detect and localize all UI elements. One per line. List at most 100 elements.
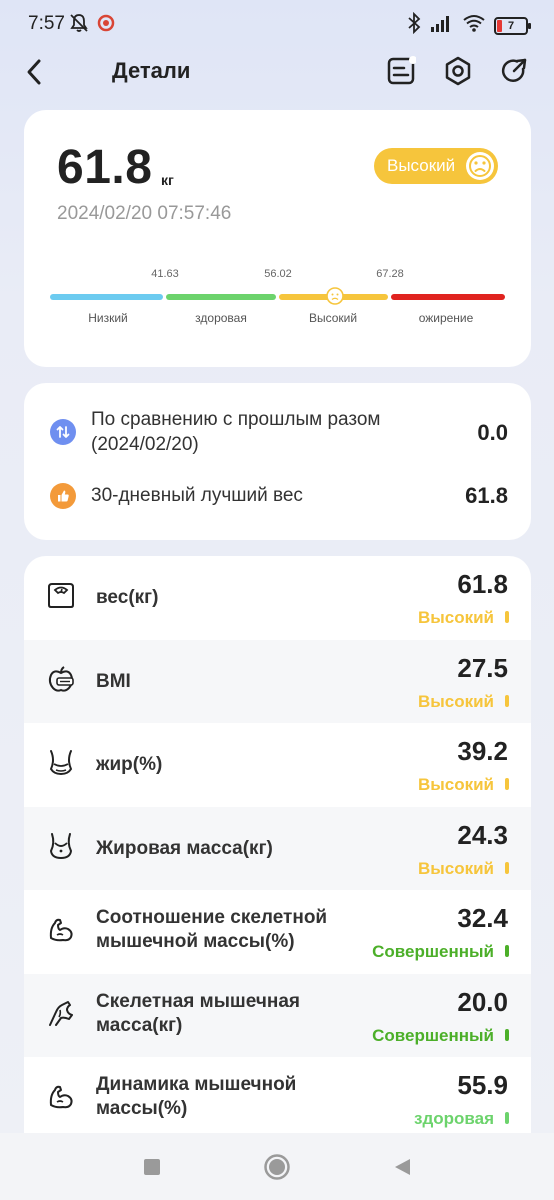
bicep-icon [46,1081,76,1111]
metric-value: 20.0 [457,986,508,1017]
recents-button[interactable] [138,1153,166,1181]
compare-row-best: 30-дневный лучший вес 61.8 [24,479,531,515]
range-segment-healthy [166,294,276,300]
weight-status-badge[interactable]: Высокий [374,148,498,184]
metric-label: Скелетная мышечная [96,990,301,1012]
status-badge-label: Высокий [387,156,456,175]
header: Детали [0,48,554,96]
metric-status-indicator [505,694,509,707]
metric-value: 55.9 [457,1070,508,1100]
settings-hexagon-icon [445,56,471,86]
metric-status: Высокий [417,775,494,794]
metric-status-indicator [505,861,509,874]
compare-row-previous: По сравнению с прошлым разом (2024/02/20… [24,405,531,461]
metric-row[interactable]: Жировая масса(кг) 24.3 Высокий [24,806,531,890]
measurement-datetime: 2024/02/20 07:57:46 [57,203,232,224]
wifi-icon [462,13,486,38]
metric-row[interactable]: вес(кг) 61.8 Высокий [24,556,531,639]
sad-face-icon [466,152,494,180]
metric-label-line2: масса(кг) [96,1014,183,1036]
share-button[interactable] [497,54,531,88]
metric-status-indicator [505,1028,509,1041]
share-arrow-icon [501,58,527,82]
status-icons-left [68,12,116,39]
weight-value: 61.8 [57,141,153,194]
metric-row[interactable]: BMI 27.5 Высокий [24,639,531,723]
triangle-back-icon [395,1159,410,1175]
metric-status-indicator [505,778,509,790]
bicep-icon [46,914,76,944]
back-arrow-icon [27,59,41,85]
muted-bell-icon [68,12,90,39]
metric-label: Соотношение скелетной [96,907,328,928]
metric-status-indicator [505,611,509,623]
metric-label: Динамика мышечной [96,1074,297,1095]
range-label-obese: ожирение [418,311,474,325]
system-nav-bar [0,1133,554,1200]
range-segment-low [50,294,163,300]
page-title: Детали [112,58,191,83]
status-time: 7:57 [28,13,65,34]
metric-status: Высокий [417,858,494,878]
scale-icon [46,580,76,610]
square-icon [144,1159,160,1175]
report-icon [387,56,416,85]
settings-button[interactable] [441,54,475,88]
record-icon [96,13,116,38]
metric-row[interactable]: Динамика мышечной массы(%) 55.9 здоровая [24,1057,531,1140]
metric-row[interactable]: жир(%) 39.2 Высокий [24,723,531,806]
best-weight-value: 61.8 [465,483,508,508]
compare-previous-date: (2024/02/20) [91,434,199,455]
arm-icon [46,998,76,1028]
waist-icon [46,747,76,777]
metric-row[interactable]: Скелетная мышечная масса(кг) 20.0 Совершенн… [24,973,531,1057]
belly-icon [46,831,76,861]
metric-status-indicator [505,945,509,957]
metric-label-line2: массы(%) [96,1098,188,1119]
metric-label: Жировая масса(кг) [96,837,273,859]
range-marker-sad-icon [326,287,344,305]
weight-summary-card: 61.8 кг 2024/02/20 07:57:46 Высокий 41.6… [24,110,531,367]
range-label-low: Низкий [88,311,128,325]
back-button[interactable] [18,54,50,90]
thumbs-up-icon [50,483,76,509]
back-nav-button[interactable] [388,1153,416,1181]
metric-label: жир(%) [96,754,163,775]
arrows-updown-icon [50,419,76,445]
metric-status: Совершенный [372,942,494,961]
metric-label-line2: мышечной массы(%) [96,931,295,952]
battery-level: 7 [507,19,515,32]
metric-row[interactable]: Соотношение скелетной мышечной массы(%) 32… [24,890,531,973]
metric-value: 39.2 [457,736,508,766]
report-button[interactable] [384,54,418,88]
best-weight-label: 30-дневный лучший вес [91,485,303,506]
range-label-healthy: здоровая [195,311,247,325]
metrics-list-card: вес(кг) 61.8 Высокий BMI 27.5 Высокий жир(%) 39… [24,556,531,1200]
metric-status: Высокий [417,691,494,711]
range-segment-obese [391,294,505,300]
metric-status-indicator [505,1112,509,1124]
metric-value: 32.4 [457,903,508,933]
metric-value: 61.8 [457,569,508,599]
metric-value: 24.3 [457,819,508,850]
metric-status: Совершенный [372,1025,494,1045]
home-button[interactable] [263,1153,291,1181]
metric-status: здоровая [414,1109,494,1128]
battery-icon: 7 [494,16,531,35]
bluetooth-icon [406,11,422,39]
weight-unit: кг [161,172,174,188]
range-threshold: 41.63 [151,268,179,280]
range-label-high: Высокий [308,311,358,325]
status-bar: 7:57 7 [0,0,554,48]
signal-icon [430,13,454,38]
apple-icon [46,664,76,694]
compare-previous-label: По сравнению с прошлым разом [91,409,381,430]
circle-icon [264,1154,290,1180]
metric-label: вес(кг) [96,587,159,608]
status-icons-right: 7 [406,11,531,39]
metric-value: 27.5 [457,652,508,683]
metric-status: Высокий [417,608,494,627]
metric-label: BMI [96,670,131,692]
range-threshold: 56.02 [264,268,292,280]
range-threshold: 67.28 [376,268,404,280]
